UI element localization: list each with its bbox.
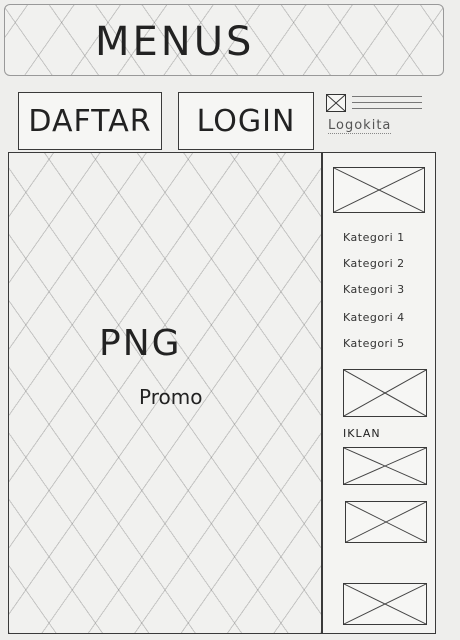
ad-1-placeholder-icon[interactable] xyxy=(343,369,427,417)
sidebar-category-3[interactable]: Kategori 3 xyxy=(343,283,405,296)
sidebar-category-1[interactable]: Kategori 1 xyxy=(343,231,405,244)
ads-label: IKLAN xyxy=(343,427,381,440)
ad-4-placeholder-icon[interactable] xyxy=(343,583,427,625)
sidebar: Kategori 1 Kategori 2 Kategori 3 Kategor… xyxy=(322,152,436,634)
sidebar-category-4[interactable]: Kategori 4 xyxy=(343,311,405,324)
logo-text-lines xyxy=(352,96,422,112)
sketch-paper: MENUS DAFTAR LOGIN Logokita PNG Promo Ka… xyxy=(0,0,460,640)
sidebar-category-5[interactable]: Kategori 5 xyxy=(343,337,405,350)
daftar-button[interactable]: DAFTAR xyxy=(18,92,162,150)
ad-3-placeholder-icon[interactable] xyxy=(345,501,427,543)
promo-label: Promo xyxy=(139,385,203,409)
logo-text: Logokita xyxy=(328,118,392,134)
login-button[interactable]: LOGIN xyxy=(178,92,314,150)
logo-image-placeholder-icon xyxy=(326,94,346,112)
promo-banner[interactable]: PNG Promo xyxy=(8,152,322,634)
promo-png-label: PNG xyxy=(99,323,182,364)
ad-2-placeholder-icon[interactable] xyxy=(343,447,427,485)
logo[interactable]: Logokita xyxy=(322,92,428,136)
sidebar-top-image-placeholder-icon xyxy=(333,167,425,213)
menus-title: MENUS xyxy=(95,19,255,65)
menus-header: MENUS xyxy=(4,4,444,76)
sidebar-category-2[interactable]: Kategori 2 xyxy=(343,257,405,270)
